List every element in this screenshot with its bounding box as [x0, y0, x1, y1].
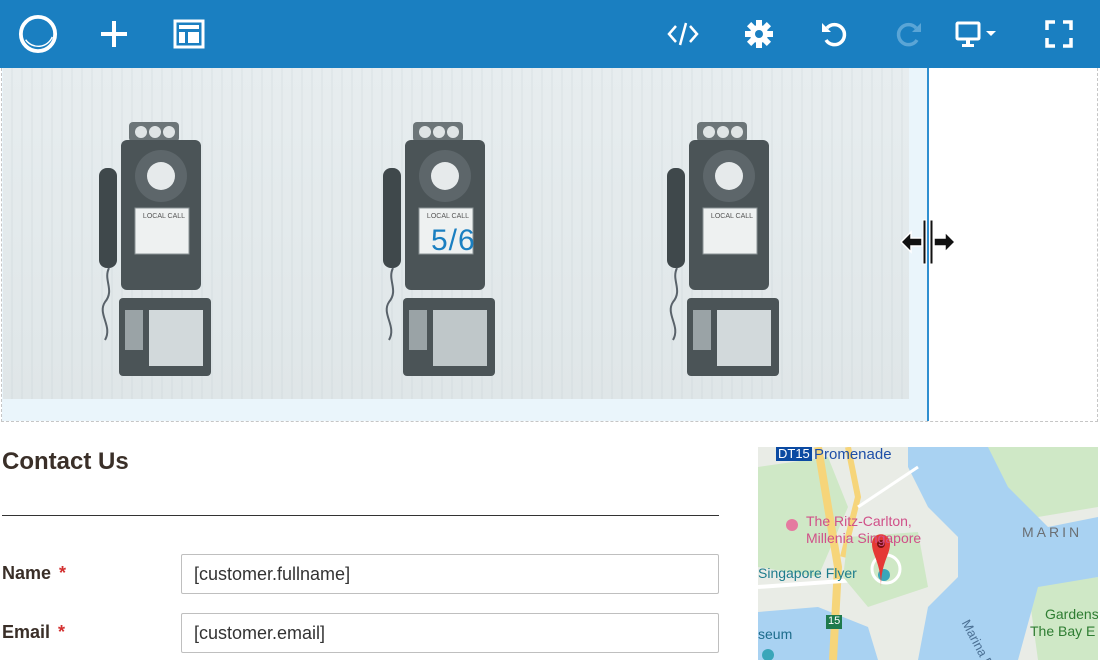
fullscreen-icon[interactable] [1039, 14, 1079, 54]
gardens-label: Gardens [1045, 606, 1098, 622]
column-resize-handle[interactable] [899, 218, 957, 266]
hero-row[interactable]: LOCAL CALL LOCAL CALL LOCAL CALL 5/6 [1, 68, 1098, 422]
hero-image[interactable]: LOCAL CALL LOCAL CALL LOCAL CALL 5/6 [3, 68, 909, 399]
payphone-image [383, 122, 495, 376]
name-label: Name * [2, 563, 66, 584]
device-icon[interactable] [954, 14, 1000, 54]
name-label-text: Name [2, 563, 52, 583]
gear-icon[interactable] [739, 14, 779, 54]
undo-icon[interactable] [814, 14, 854, 54]
location-map[interactable]: DT15 Promenade The Ritz-Carlton, Milleni… [758, 447, 1098, 660]
email-label: Email * [2, 622, 65, 643]
column-size-label: 5/6 [431, 224, 476, 257]
hotel-label: Millenia Singapore [806, 530, 922, 546]
editor-toolbar [0, 0, 1100, 68]
contact-divider [2, 515, 719, 516]
layout-icon[interactable] [169, 14, 209, 54]
road-number: 15 [828, 615, 841, 627]
phone-sign: LOCAL CALL [426, 213, 470, 220]
redo-icon[interactable] [889, 14, 929, 54]
museum-label: seum [758, 626, 793, 642]
payphone-image [667, 122, 779, 376]
name-input[interactable] [181, 554, 719, 594]
email-label-text: Email [2, 622, 51, 642]
logo-icon[interactable] [18, 14, 58, 54]
required-mark: * [59, 563, 67, 583]
required-mark: * [58, 622, 66, 642]
payphone-image [99, 122, 211, 376]
phone-sign: LOCAL CALL [142, 213, 186, 220]
selected-column[interactable]: LOCAL CALL LOCAL CALL LOCAL CALL 5/6 [2, 68, 929, 421]
add-icon[interactable] [94, 14, 134, 54]
hotel-label: The Ritz-Carlton, [806, 513, 912, 529]
email-input[interactable] [181, 613, 719, 653]
code-icon[interactable] [663, 14, 703, 54]
gardens-label: The Bay E [1030, 623, 1096, 639]
flyer-label: Singapore Flyer [758, 565, 857, 581]
phone-sign: LOCAL CALL [710, 213, 754, 220]
area-label: MARIN [1022, 524, 1083, 540]
station-name: Promenade [814, 447, 892, 463]
contact-title: Contact Us [2, 448, 129, 475]
station-code: DT15 [776, 447, 812, 461]
